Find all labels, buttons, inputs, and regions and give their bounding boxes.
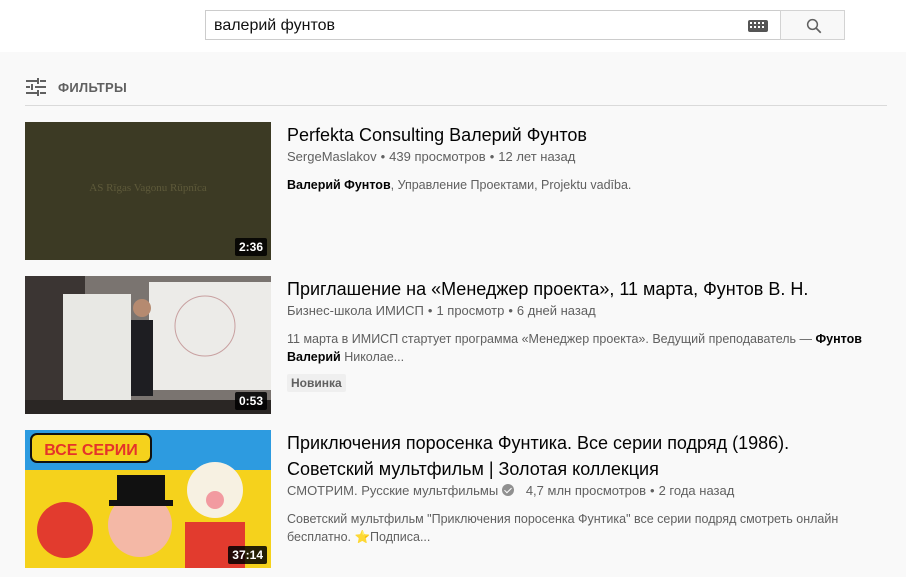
channel-name[interactable]: SergeMaslakov [287, 149, 377, 164]
search-query[interactable]: валерий фунтов [214, 17, 335, 35]
video-thumbnail[interactable]: 0:53 [25, 276, 271, 414]
filter-sliders-icon [26, 78, 46, 96]
verified-check-icon [502, 484, 515, 496]
search-button[interactable] [780, 10, 845, 40]
view-count: 4,7 млн просмотров [525, 483, 647, 498]
search-icon [806, 18, 822, 34]
video-title[interactable]: Приглашение на «Менеджер проекта», 11 ма… [287, 276, 887, 302]
channel-name[interactable]: Бизнес-школа ИМИСП [287, 303, 424, 318]
video-title[interactable]: Perfekta Consulting Валерий Фунтов [287, 122, 887, 148]
new-badge: Новинка [287, 374, 346, 392]
duration-badge: 37:14 [228, 546, 267, 564]
video-thumbnail[interactable]: ВСЕ СЕРИИ 37:14 [25, 430, 271, 568]
view-count: 439 просмотров [389, 149, 486, 164]
thumbnail-text: ВСЕ СЕРИИ [44, 442, 138, 459]
duration-badge: 2:36 [234, 238, 267, 256]
channel-name[interactable]: СМОТРИМ. Русские мультфильмы [287, 483, 498, 498]
divider [25, 105, 887, 106]
video-description: Советский мультфильм "Приключения поросе… [287, 512, 839, 544]
video-thumbnail[interactable]: AS Rīgas Vagonu Rūpnīca 2:36 [25, 122, 271, 260]
thumbnail-text: AS Rīgas Vagonu Rūpnīca [89, 182, 207, 194]
upload-age: 12 лет назад [498, 149, 576, 164]
video-description: 11 марта в ИМИСП стартует программа «Мен… [287, 332, 862, 364]
search-input[interactable]: валерий фунтов [205, 10, 781, 40]
video-result: 0:53 Приглашение на «Менеджер проекта», … [25, 276, 887, 414]
video-title[interactable]: Приключения поросенка Фунтика. Все серии… [287, 430, 827, 482]
keyboard-icon[interactable] [748, 20, 768, 32]
duration-badge: 0:53 [234, 392, 267, 410]
video-description: Валерий Фунтов, Управление Проектами, Pr… [287, 178, 632, 192]
view-count: 1 просмотр [436, 303, 505, 318]
video-result: ВСЕ СЕРИИ 37:14 Приключения поросенка Фу… [25, 430, 887, 568]
upload-age: 2 года назад [658, 483, 735, 498]
filters-label: ФИЛЬТРЫ [58, 80, 128, 95]
upload-age: 6 дней назад [516, 303, 596, 318]
top-bar: валерий фунтов [0, 0, 906, 52]
video-result: AS Rīgas Vagonu Rūpnīca 2:36 Perfekta Co… [25, 122, 887, 260]
